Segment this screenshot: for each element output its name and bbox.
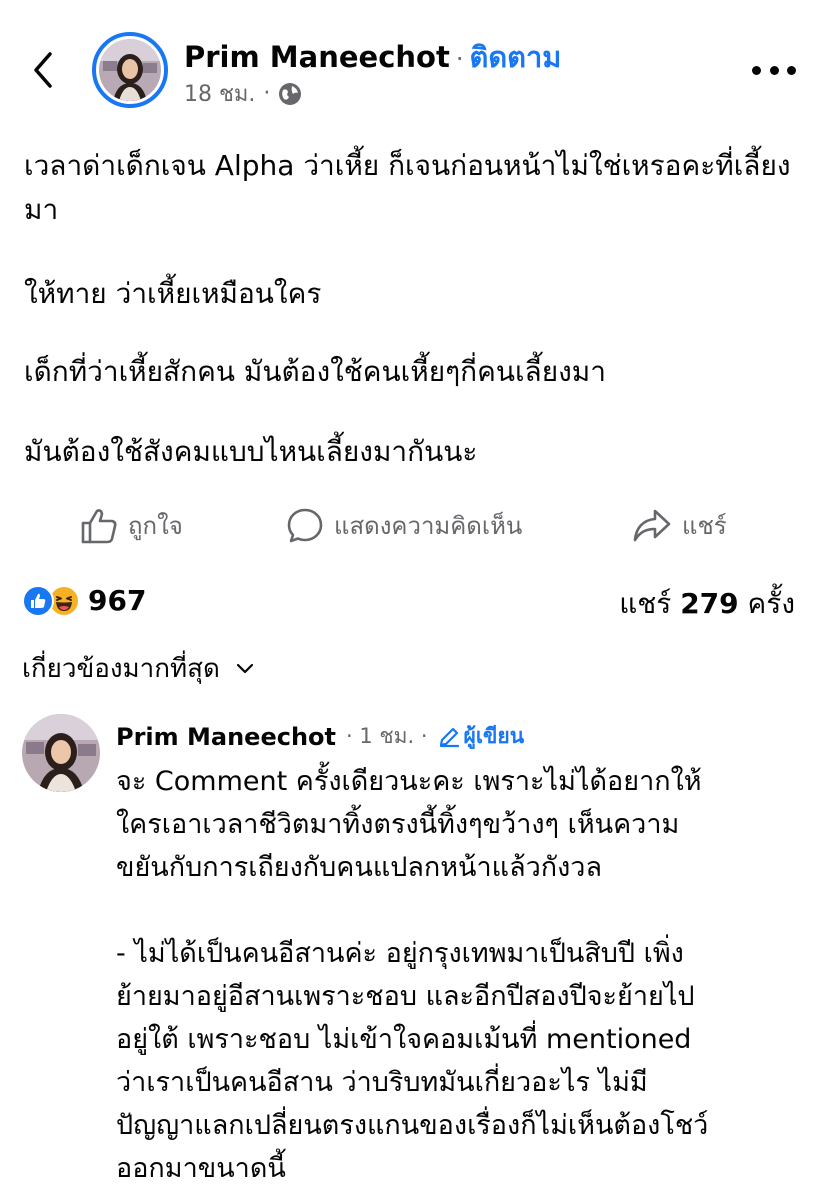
- post-actions: ถูกใจ แสดงความคิดเห็น แชร์: [0, 500, 819, 556]
- pencil-icon: [439, 727, 459, 747]
- comment-header: Prim Maneechot · 1 ชม. · ผู้เขียน: [116, 720, 524, 753]
- post-paragraph: มันต้องใช้สังคมแบบไหนเลี้ยงมากันนะ: [24, 435, 478, 468]
- comment-line: ว่าเราเป็นคนอีสาน ว่าบริบทมันเกี่ยวอะไร …: [116, 1067, 648, 1098]
- post-meta: 18 ชม. ·: [184, 76, 302, 111]
- avatar-photo: [99, 39, 161, 101]
- comment-author-avatar[interactable]: [22, 714, 100, 792]
- comment-line: ขยันกับการเถียงกับคนแปลกหน้าแล้วกังวล: [116, 852, 603, 883]
- comment-line: - ไม่ได้เป็นคนอีสานค่ะ อยู่กรุงเทพมาเป็น…: [116, 938, 684, 969]
- comment-line: ใครเอาเวลาชีวิตมาทิ้งตรงนี้ทิ้งๆขว้างๆ เ…: [116, 809, 680, 840]
- share-count[interactable]: แชร์ 279 ครั้ง: [619, 582, 795, 626]
- comment-label: แสดงความคิดเห็น: [334, 512, 523, 540]
- follow-button[interactable]: ติดตาม: [469, 40, 561, 74]
- reaction-count: 967: [88, 584, 147, 617]
- comment-sort-dropdown[interactable]: เกี่ยวข้องมากที่สุด: [22, 648, 254, 689]
- comment-author-name[interactable]: Prim Maneechot: [116, 723, 336, 751]
- comment-line: ย้ายมาอยู่อีสานเพราะชอบ และอีกปีสองปีจะย…: [116, 981, 695, 1012]
- author-name-line: Prim Maneechot · ติดตาม: [184, 34, 561, 80]
- chevron-down-icon: [236, 663, 254, 673]
- post-paragraph: เวลาด่าเด็กเจน Alpha ว่าเหี้ย ก็เจนก่อนห…: [24, 149, 791, 226]
- back-button[interactable]: [26, 50, 62, 90]
- author-badge: ผู้เขียน: [438, 720, 525, 753]
- like-button[interactable]: ถูกใจ: [80, 506, 183, 545]
- share-count-number: 279: [680, 587, 739, 620]
- share-count-suffix: ครั้ง: [747, 587, 795, 620]
- share-icon: [633, 509, 671, 541]
- like-label: ถูกใจ: [128, 512, 183, 540]
- comment-line: ปัญญาแลกเปลี่ยนตรงแกนของเรื่องก็ไม่เห็นต…: [116, 1110, 709, 1141]
- share-button[interactable]: แชร์: [632, 506, 727, 545]
- author-name[interactable]: Prim Maneechot: [184, 40, 450, 74]
- globe-icon: [279, 82, 302, 105]
- comment-line: อยู่ใต้ เพราะชอบ ไม่เข้าใจคอมเม้นที่ men…: [116, 1024, 692, 1055]
- author-avatar[interactable]: [92, 32, 168, 108]
- separator-dot: ·: [263, 81, 271, 106]
- comment-line: ออกมาขนาดนี้: [116, 1153, 286, 1184]
- comment-line: จะ Comment ครั้งเดียวนะคะ เพราะไม่ได้อยา…: [116, 766, 702, 797]
- comment-button[interactable]: แสดงความคิดเห็น: [286, 506, 522, 545]
- comment-body: จะ Comment ครั้งเดียวนะคะ เพราะไม่ได้อยา…: [116, 760, 806, 1190]
- post-time[interactable]: 18 ชม.: [184, 76, 255, 111]
- share-label: แชร์: [682, 512, 727, 540]
- comment-time[interactable]: 1 ชม.: [359, 724, 414, 748]
- comment-icon: [287, 508, 323, 542]
- reactions-summary[interactable]: 967: [22, 584, 146, 617]
- sort-label: เกี่ยวข้องมากที่สุด: [22, 654, 220, 684]
- comment-meta: · 1 ชม. ·: [346, 724, 428, 748]
- post-paragraph: เด็กที่ว่าเหี้ยสักคน มันต้องใช้คนเหี้ยๆก…: [24, 355, 606, 388]
- separator-dot: ·: [455, 45, 464, 73]
- comment-blank-line: [116, 889, 806, 932]
- post-stats: 967 แชร์ 279 ครั้ง: [0, 580, 819, 624]
- like-icon: [81, 508, 117, 543]
- author-badge-label: ผู้เขียน: [463, 724, 525, 748]
- more-options-button[interactable]: [752, 60, 796, 80]
- back-arrow-icon: [34, 52, 52, 88]
- post-header: Prim Maneechot · ติดตาม 18 ชม. ·: [0, 0, 819, 120]
- like-reaction-icon: [22, 584, 54, 617]
- more-icon: [752, 65, 761, 75]
- share-count-prefix: แชร์: [619, 587, 672, 620]
- post-paragraph: ให้ทาย ว่าเหี้ยเหมือนใคร: [24, 277, 322, 310]
